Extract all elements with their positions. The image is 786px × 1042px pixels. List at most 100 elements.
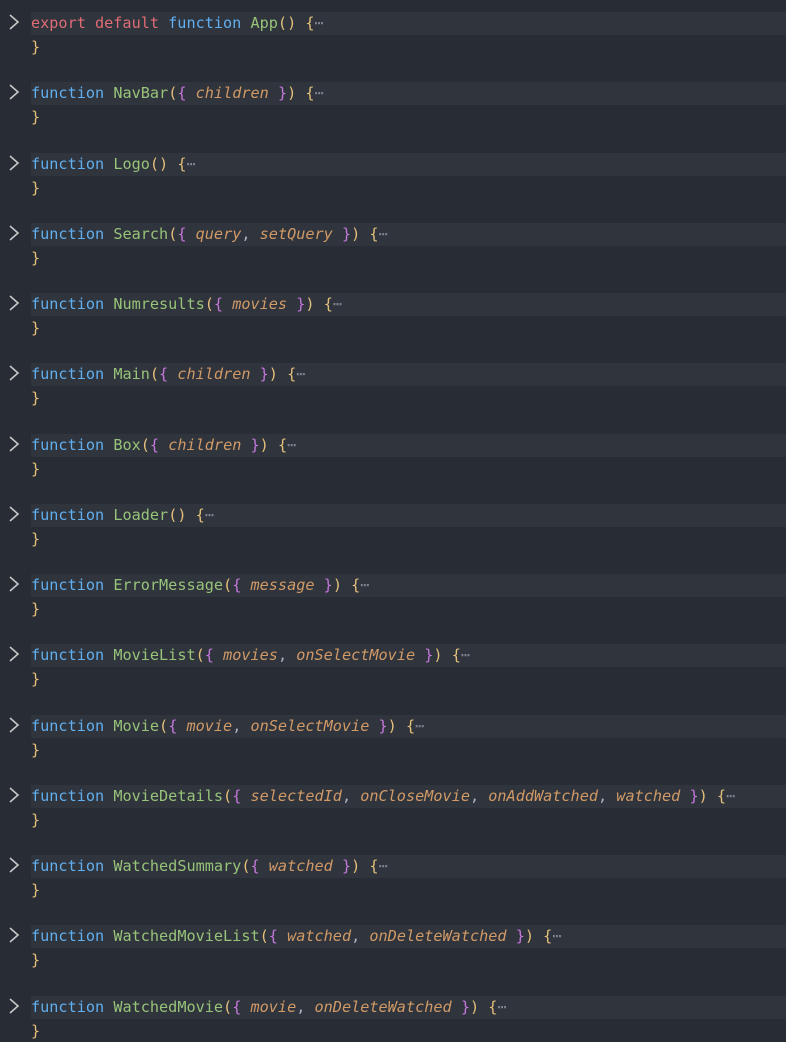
- parameter-name: onDeleteWatched: [314, 997, 452, 1016]
- open-paren: (: [204, 295, 214, 313]
- open-paren: (: [195, 646, 205, 665]
- function-name: Box: [113, 435, 141, 454]
- fold-ellipsis-icon[interactable]: ⋯: [497, 998, 506, 1016]
- function-signature-line[interactable]: function Loader() {⋯: [31, 503, 786, 527]
- destructure-open-brace: {: [204, 646, 224, 665]
- closing-brace-line: }: [31, 106, 40, 129]
- folded-function-block: function Loader() {⋯}: [0, 503, 786, 552]
- parameter-name: selectedId: [250, 786, 342, 805]
- fold-ellipsis-icon[interactable]: ⋯: [360, 576, 369, 594]
- comma: ,: [277, 646, 297, 665]
- function-signature-line[interactable]: function Movie({ movie, onSelectMovie })…: [31, 714, 786, 738]
- close-brace: }: [31, 529, 41, 548]
- chevron-right-icon[interactable]: [5, 785, 23, 805]
- chevron-right-icon[interactable]: [5, 504, 23, 524]
- function-name: ErrorMessage: [113, 576, 224, 594]
- function-keyword: function: [31, 365, 105, 384]
- closing-brace-line: }: [31, 809, 40, 832]
- function-keyword: function: [31, 646, 105, 665]
- open-brace: {: [451, 646, 461, 665]
- function-signature-line[interactable]: function Numresults({ movies }) {⋯: [31, 293, 786, 316]
- function-signature-line[interactable]: function ErrorMessage({ message }) {⋯: [31, 574, 786, 597]
- comma: ,: [296, 997, 315, 1016]
- comma: ,: [232, 716, 251, 735]
- fold-ellipsis-icon[interactable]: ⋯: [205, 506, 214, 524]
- function-signature-line[interactable]: function MovieList({ movies, onSelectMov…: [31, 644, 786, 668]
- function-signature-line[interactable]: function WatchedSummary({ watched }) {⋯: [31, 855, 786, 878]
- open-brace: {: [305, 14, 315, 32]
- fold-ellipsis-icon[interactable]: ⋯: [379, 225, 388, 243]
- destructure-open-brace: {: [177, 224, 196, 243]
- folded-function-block: function Box({ children }) {⋯}: [0, 433, 786, 482]
- function-keyword: function: [31, 716, 105, 735]
- destructure-open-brace: {: [213, 295, 233, 313]
- parameter-name: movie: [186, 716, 233, 735]
- fold-ellipsis-icon[interactable]: ⋯: [461, 646, 470, 664]
- chevron-right-icon[interactable]: [5, 715, 23, 735]
- fold-ellipsis-icon[interactable]: ⋯: [315, 84, 324, 102]
- chevron-right-icon[interactable]: [5, 434, 23, 454]
- fold-ellipsis-icon[interactable]: ⋯: [187, 155, 196, 173]
- folded-function-block: function Numresults({ movies }) {⋯}: [0, 293, 786, 341]
- fold-ellipsis-icon[interactable]: ⋯: [726, 787, 735, 805]
- code-editor[interactable]: export default function App() {⋯} functio…: [0, 0, 786, 1042]
- chevron-right-icon[interactable]: [5, 996, 23, 1016]
- open-paren: (: [168, 505, 178, 524]
- fold-ellipsis-icon[interactable]: ⋯: [415, 717, 424, 735]
- chevron-right-icon[interactable]: [5, 574, 23, 594]
- close-paren: ): [387, 716, 397, 735]
- function-keyword: function: [31, 505, 105, 524]
- closing-brace-line: }: [31, 668, 40, 691]
- closing-brace-line: }: [31, 598, 40, 621]
- parameter-name: watched: [268, 857, 333, 875]
- close-brace: }: [31, 319, 41, 337]
- destructure-close-brace: }: [314, 576, 333, 594]
- chevron-right-icon[interactable]: [5, 223, 23, 243]
- function-signature-line[interactable]: function Box({ children }) {⋯: [31, 433, 786, 457]
- comma: ,: [341, 786, 361, 805]
- function-signature-line[interactable]: function Logo() {⋯: [31, 152, 786, 176]
- function-name: Loader: [113, 505, 169, 524]
- function-signature-line[interactable]: function WatchedMovieList({ watched, onD…: [31, 925, 786, 949]
- close-paren: ): [268, 365, 278, 384]
- fold-ellipsis-icon[interactable]: ⋯: [552, 927, 561, 945]
- folded-function-block: function WatchedMovie({ movie, onDeleteW…: [0, 995, 786, 1042]
- destructure-open-brace: {: [168, 716, 187, 735]
- function-signature-line[interactable]: function NavBar({ children }) {⋯: [31, 82, 786, 106]
- chevron-right-icon[interactable]: [5, 644, 23, 664]
- fold-ellipsis-icon[interactable]: ⋯: [287, 436, 296, 454]
- function-signature-line[interactable]: function Search({ query, setQuery }) {⋯: [31, 222, 786, 246]
- open-brace: {: [177, 154, 187, 173]
- open-paren: (: [159, 716, 169, 735]
- chevron-right-icon[interactable]: [5, 293, 23, 313]
- function-signature-line[interactable]: function Main({ children }) {⋯: [31, 363, 786, 387]
- function-signature-line[interactable]: export default function App() {⋯: [31, 12, 786, 35]
- fold-ellipsis-icon[interactable]: ⋯: [333, 295, 342, 313]
- chevron-right-icon[interactable]: [5, 855, 23, 875]
- chevron-right-icon[interactable]: [5, 153, 23, 173]
- fold-ellipsis-icon[interactable]: ⋯: [315, 14, 324, 32]
- close-brace: }: [31, 389, 41, 408]
- destructure-close-brace: }: [241, 435, 260, 454]
- close-paren: ): [698, 786, 708, 805]
- function-keyword: function: [31, 154, 105, 173]
- fold-ellipsis-icon[interactable]: ⋯: [296, 365, 305, 383]
- parameter-name: message: [250, 576, 315, 594]
- chevron-right-icon[interactable]: [5, 363, 23, 383]
- function-signature-line[interactable]: function MovieDetails({ selectedId, onCl…: [31, 784, 786, 808]
- open-brace: {: [277, 435, 288, 454]
- folded-function-block: function ErrorMessage({ message }) {⋯}: [0, 574, 786, 622]
- function-signature-line[interactable]: function WatchedMovie({ movie, onDeleteW…: [31, 995, 786, 1019]
- chevron-right-icon[interactable]: [5, 12, 23, 32]
- fold-ellipsis-icon[interactable]: ⋯: [379, 857, 388, 875]
- close-paren: ): [287, 84, 297, 103]
- destructure-close-brace: }: [415, 646, 434, 665]
- chevron-right-icon[interactable]: [5, 925, 23, 945]
- chevron-right-icon[interactable]: [5, 82, 23, 102]
